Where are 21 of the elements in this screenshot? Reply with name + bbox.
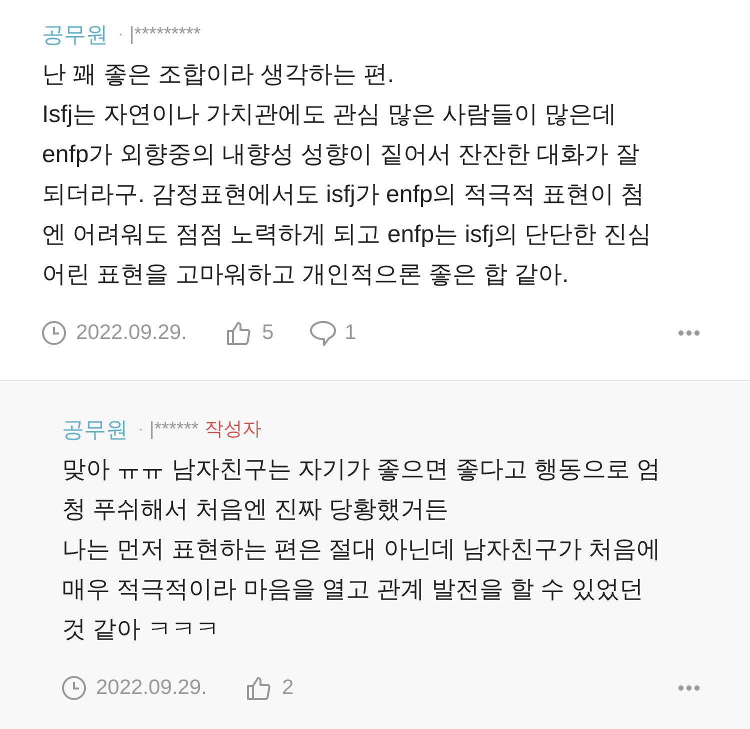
comment-date: 2022.09.29. xyxy=(76,320,187,346)
user-id: |********* xyxy=(129,23,201,47)
comment-text: 난 꽤 좋은 조합이라 생각하는 편. Isfj는 자연이나 가치관에도 관심 많은 사람들이 많은데 enfp가 외향중의 내향성 성향이 짙어서 잔잔한 대화가 잘 되더라구. 감정표현에서도 isfj가 enfp의 적극적 표현이 첨 엔 어려워도 점점 노력하게 되고 enfp는 isfj의 단단한 진심 어린 표현을 고마워하고 개인적으론 좋은 합 같아. xyxy=(42,60,652,290)
separator-dot: · xyxy=(118,25,124,45)
like-button[interactable]: 5 xyxy=(226,317,274,349)
clock-icon xyxy=(42,321,66,345)
more-icon[interactable] xyxy=(678,330,700,336)
author-name[interactable]: 공무원 xyxy=(62,415,128,445)
reply-button[interactable]: 1 xyxy=(310,317,356,349)
clock-icon xyxy=(62,676,86,700)
thumbs-up-icon xyxy=(246,676,271,700)
more-icon[interactable] xyxy=(678,685,700,691)
like-button[interactable]: 2 xyxy=(246,672,294,704)
comment-text: 맞아 ㅠㅠ 남자친구는 자기가 좋으면 좋다고 행동으로 엄 청 푸쉬해서 처음엔 진짜 당황했거든 나는 먼저 표현하는 편은 절대 아닌데 남자친구가 처음에 매우 적극적이라 마음을 열고 관계 발전을 할 수 있었던 것 같아 ㅋㅋㅋ xyxy=(62,455,661,645)
speech-bubble-icon xyxy=(310,320,336,346)
writer-label: 작성자 xyxy=(204,418,262,442)
separator-dot: · xyxy=(138,420,144,440)
user-id: |****** xyxy=(149,418,199,442)
comment-date: 2022.09.29. xyxy=(96,675,207,702)
thumbs-up-icon xyxy=(226,321,251,345)
author-name[interactable]: 공무원 xyxy=(42,20,108,50)
